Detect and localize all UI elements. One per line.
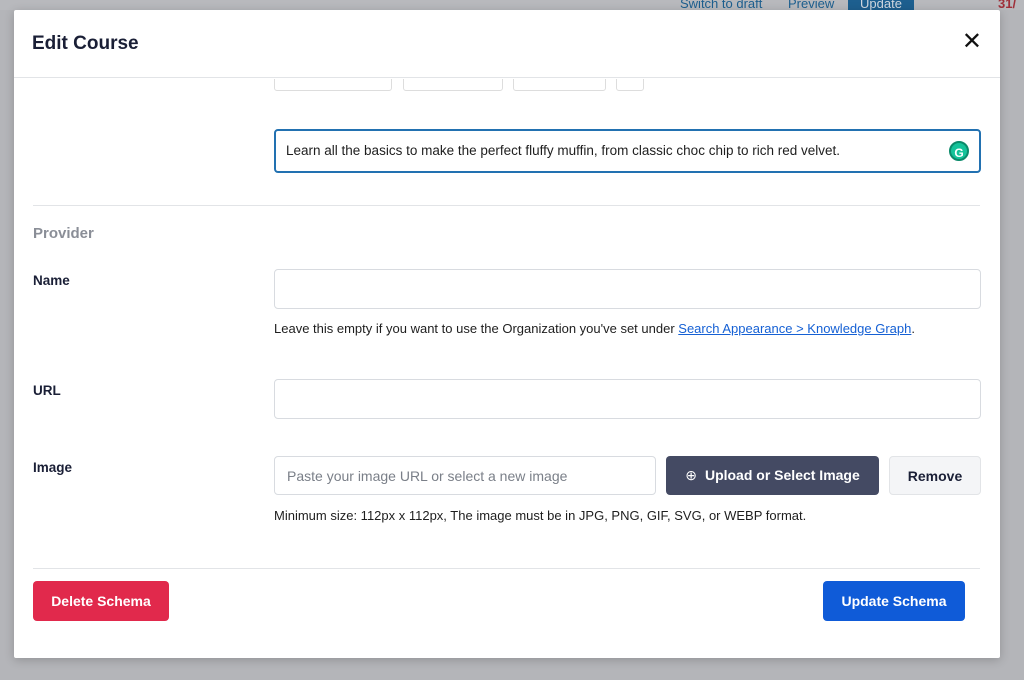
url-label: URL <box>33 383 61 398</box>
divider <box>33 205 980 206</box>
modal-title: Edit Course <box>32 33 139 54</box>
toolbar-fragment <box>274 79 392 91</box>
url-input[interactable] <box>274 379 981 419</box>
toolbar-fragment <box>513 79 606 91</box>
name-input[interactable] <box>274 269 981 309</box>
description-field[interactable]: Learn all the basics to make the perfect… <box>274 129 981 173</box>
plus-circle-icon: ⊕ <box>685 467 697 483</box>
description-text: Learn all the basics to make the perfect… <box>286 143 841 158</box>
remove-image-button[interactable]: Remove <box>889 456 981 495</box>
delete-schema-button[interactable]: Delete Schema <box>33 581 169 621</box>
close-icon[interactable]: ✕ <box>962 30 982 54</box>
name-help: Leave this empty if you want to use the … <box>274 321 915 336</box>
name-label: Name <box>33 273 70 288</box>
edit-course-modal: Edit Course ✕ Learn all the basics to ma… <box>14 10 1000 658</box>
upload-image-button[interactable]: ⊕ Upload or Select Image <box>666 456 879 495</box>
modal-body[interactable]: Learn all the basics to make the perfect… <box>14 79 1000 658</box>
image-url-input[interactable] <box>274 456 656 495</box>
divider <box>33 568 980 569</box>
toolbar-fragment <box>616 79 644 91</box>
update-button[interactable]: Update <box>848 0 914 11</box>
knowledge-graph-link[interactable]: Search Appearance > Knowledge Graph <box>678 321 911 336</box>
name-help-end: . <box>911 321 915 336</box>
toolbar-fragment <box>403 79 503 91</box>
update-schema-button[interactable]: Update Schema <box>823 581 965 621</box>
seo-score: 31/ <box>998 0 1017 11</box>
modal-header: Edit Course ✕ <box>14 10 1000 78</box>
upload-label: Upload or Select Image <box>704 467 860 483</box>
provider-section-title: Provider <box>33 225 94 242</box>
name-help-text: Leave this empty if you want to use the … <box>274 321 679 336</box>
grammarly-icon[interactable]: G <box>949 141 969 161</box>
image-help: Minimum size: 112px x 112px, The image m… <box>274 508 807 523</box>
editor-topbar: Switch to draft Preview Update 31/ <box>0 0 1024 11</box>
image-label: Image <box>33 460 73 475</box>
